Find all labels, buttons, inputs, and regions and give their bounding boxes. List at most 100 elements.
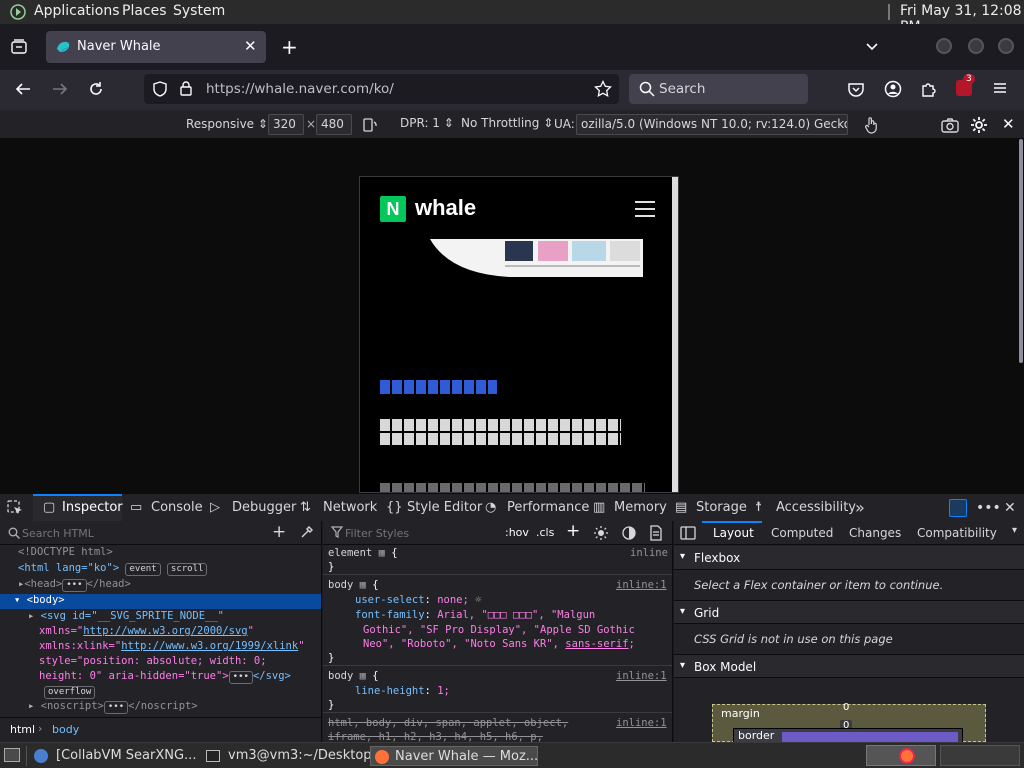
font-family-declaration[interactable]: font-family: Arial, "□□□ □□□", "Malgun xyxy=(355,609,595,621)
event-badge[interactable]: event xyxy=(125,563,161,576)
tab-accessibility[interactable]: Accessibility xyxy=(776,494,856,522)
svg-node-line1[interactable]: ▸ <svg id="__SVG_SPRITE_NODE__" xyxy=(28,610,224,622)
collapse-body-triangle-icon[interactable]: ▾ xyxy=(14,594,20,606)
forward-arrow-icon[interactable] xyxy=(51,80,69,98)
body-node-selected[interactable]: ▾ <body> xyxy=(0,594,321,609)
body-rule-2-source[interactable]: inline:1 xyxy=(616,670,667,682)
viewport-height-input[interactable]: 480 xyxy=(316,114,352,135)
settings-gear-icon[interactable] xyxy=(970,116,988,134)
page-scrollbar[interactable] xyxy=(1019,139,1023,363)
new-tab-icon[interactable]: + xyxy=(281,35,298,59)
font-family-sans-serif[interactable]: sans-serif xyxy=(565,638,628,650)
close-rdm-icon[interactable]: ✕ xyxy=(1002,115,1015,133)
taskbar-item-firefox[interactable]: Naver Whale — Moz... xyxy=(370,746,538,766)
noscript-ellipsis[interactable]: ••• xyxy=(103,701,129,714)
more-panels-chevron-down-icon[interactable]: ▾ xyxy=(1012,525,1017,536)
noscript-node[interactable]: ▸ <noscript> ••• </noscript> xyxy=(28,700,198,714)
add-rule-icon[interactable]: + xyxy=(566,521,580,541)
devtools-options-icon[interactable]: ••• xyxy=(976,494,1001,522)
throttling-selector[interactable]: No Throttling ⇕ xyxy=(461,116,553,130)
bookmark-star-icon[interactable] xyxy=(594,80,612,98)
head-ellipsis[interactable]: ••• xyxy=(62,579,87,592)
places-menu[interactable]: Places xyxy=(122,3,167,19)
flexbox-section-header[interactable]: ▾ Flexbox xyxy=(674,546,1024,570)
applications-menu[interactable]: Applications xyxy=(34,3,120,19)
tab-changes[interactable]: Changes xyxy=(849,526,901,540)
expand-noscript-triangle-icon[interactable]: ▸ xyxy=(28,700,34,712)
add-node-icon[interactable]: + xyxy=(272,522,286,542)
classes-toggle[interactable]: .cls xyxy=(536,526,554,539)
back-arrow-icon[interactable] xyxy=(14,80,32,98)
tab-computed[interactable]: Computed xyxy=(771,526,833,540)
reload-icon[interactable] xyxy=(87,80,105,98)
tab-layout[interactable]: Layout xyxy=(713,526,754,540)
site-menu-hamburger-icon[interactable] xyxy=(634,199,656,219)
screenshot-camera-icon[interactable] xyxy=(941,117,959,133)
dark-mode-contrast-icon[interactable] xyxy=(621,525,637,541)
system-menu[interactable]: System xyxy=(173,3,225,19)
box-model-border[interactable]: border xyxy=(733,728,963,743)
head-node[interactable]: ▸<head> ••• </head> xyxy=(18,578,131,592)
rotate-viewport-icon[interactable] xyxy=(362,117,378,133)
breadcrumb-html[interactable]: html xyxy=(10,723,35,736)
html-node[interactable]: <html lang="ko"> event scroll xyxy=(18,562,208,576)
grid-section-header[interactable]: ▾ Grid xyxy=(674,600,1024,624)
lock-icon[interactable] xyxy=(178,80,194,97)
user-select-declaration[interactable]: user-select: none; ☼ xyxy=(355,594,481,606)
viewport-scrollbar[interactable] xyxy=(672,177,678,492)
lightbulb-hint-icon[interactable]: ☼ xyxy=(475,594,481,606)
tab-style-editor[interactable]: Style Editor xyxy=(407,494,482,522)
url-text[interactable]: https://whale.naver.com/ko/ xyxy=(206,81,394,97)
touch-simulation-hand-icon[interactable] xyxy=(864,116,880,134)
unsupported-glyphs-link[interactable] xyxy=(380,380,497,394)
show-desktop-icon[interactable] xyxy=(4,748,20,762)
doctype-line[interactable]: <!DOCTYPE html> xyxy=(18,546,113,558)
dpr-selector[interactable]: DPR: 1 ⇕ xyxy=(400,116,454,130)
responsive-mode-icon[interactable] xyxy=(949,499,967,517)
breadcrumb-body[interactable]: body xyxy=(52,723,79,736)
taskbar-item-collabvm[interactable]: [CollabVM SearXNG... xyxy=(34,746,200,766)
close-devtools-icon[interactable]: ✕ xyxy=(1004,494,1016,522)
more-tabs-chevron-icon[interactable]: » xyxy=(855,494,865,522)
svg-xlink-link[interactable]: http://www.w3.org/1999/xlink xyxy=(121,640,298,652)
tab-naver-whale[interactable]: Naver Whale ✕ xyxy=(46,31,266,63)
applications-icon[interactable] xyxy=(10,4,26,20)
svg-xmlns-link[interactable]: http://www.w3.org/2000/svg xyxy=(83,625,247,637)
extensions-puzzle-icon[interactable] xyxy=(920,80,938,98)
tab-console[interactable]: Console xyxy=(151,494,203,522)
box-model-section-header[interactable]: ▾ Box Model xyxy=(674,654,1024,678)
tab-debugger[interactable]: Debugger xyxy=(232,494,296,522)
hamburger-menu-icon[interactable] xyxy=(992,80,1008,96)
search-html-input[interactable] xyxy=(22,525,252,541)
print-media-document-icon[interactable] xyxy=(649,525,663,541)
body-rule-source[interactable]: inline:1 xyxy=(616,579,667,591)
maximize-window-icon[interactable] xyxy=(968,38,984,54)
url-bar[interactable]: https://whale.naver.com/ko/ xyxy=(144,74,619,104)
filter-styles-input[interactable] xyxy=(345,525,495,541)
hover-states-toggle[interactable]: :hov xyxy=(505,526,529,539)
margin-top-value[interactable]: 0 xyxy=(843,702,849,713)
svg-ellipsis[interactable]: ••• xyxy=(228,671,253,684)
box-model-margin[interactable]: margin 0 0 border xyxy=(712,702,986,743)
reset-rule-source[interactable]: inline:1 xyxy=(616,717,667,729)
element-picker-icon[interactable] xyxy=(7,500,23,516)
minimize-window-icon[interactable] xyxy=(936,38,952,54)
account-icon[interactable] xyxy=(884,80,902,98)
search-bar[interactable]: Search xyxy=(629,74,808,104)
tab-compatibility[interactable]: Compatibility xyxy=(917,526,997,540)
scroll-badge[interactable]: scroll xyxy=(166,563,208,576)
eyedropper-icon[interactable] xyxy=(300,525,314,539)
expand-svg-triangle-icon[interactable]: ▸ xyxy=(28,610,34,622)
taskbar-item-terminal[interactable]: vm3@vm3:~/Desktop xyxy=(206,746,372,766)
tracking-shield-icon[interactable] xyxy=(152,81,168,97)
line-height-declaration[interactable]: line-height: 1; xyxy=(355,685,450,697)
workspace-switcher-2[interactable] xyxy=(940,745,1020,766)
light-mode-sun-icon[interactable] xyxy=(593,525,609,541)
overflow-badge[interactable]: overflow xyxy=(44,686,96,699)
viewport-width-input[interactable]: 320 xyxy=(268,114,304,135)
tab-network[interactable]: Network xyxy=(323,494,377,522)
tab-storage[interactable]: Storage xyxy=(696,494,747,522)
close-window-icon[interactable] xyxy=(998,38,1014,54)
element-rule-source[interactable]: inline xyxy=(630,547,668,559)
list-tabs-chevron-down-icon[interactable] xyxy=(864,38,880,54)
